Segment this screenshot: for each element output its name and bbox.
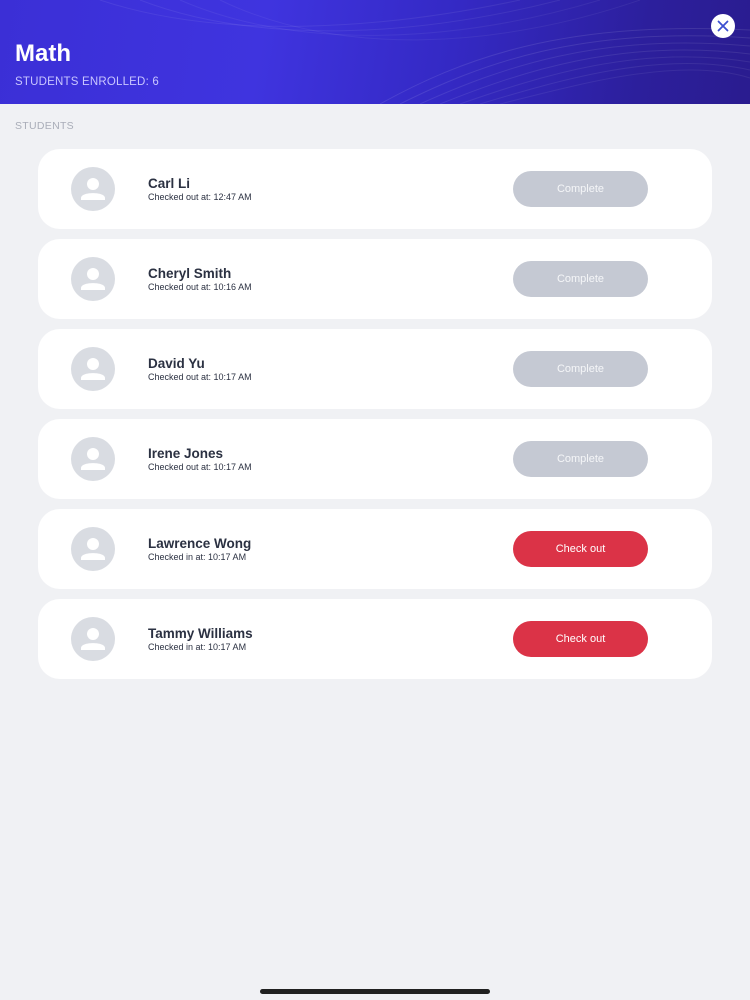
- header-banner: Math STUDENTS ENROLLED: 6: [0, 0, 750, 104]
- complete-button[interactable]: Complete: [513, 441, 648, 477]
- check-out-button[interactable]: Check out: [513, 621, 648, 657]
- avatar-icon: [71, 527, 115, 571]
- student-card[interactable]: Cheryl Smith Checked out at: 10:16 AM Comp…: [38, 239, 712, 319]
- avatar-icon: [71, 257, 115, 301]
- student-card[interactable]: Lawrence Wong Checked in at: 10:17 AM Chec…: [38, 509, 712, 589]
- student-status: Checked in at: 10:17 AM: [148, 552, 247, 562]
- header-wave-pattern: [99, 0, 750, 104]
- close-icon: [717, 20, 729, 32]
- complete-button[interactable]: Complete: [513, 351, 648, 387]
- close-button[interactable]: [711, 14, 735, 38]
- student-card[interactable]: Tammy Williams Checked in at: 10:17 AM Che…: [38, 599, 712, 679]
- check-out-button[interactable]: Check out: [513, 531, 648, 567]
- avatar-icon: [71, 617, 115, 661]
- enrolled-count: STUDENTS ENROLLED: 6: [15, 76, 159, 88]
- page-title: Math: [15, 40, 71, 67]
- section-label-students: STUDENTS: [15, 120, 74, 132]
- student-name: Tammy Williams: [148, 626, 253, 641]
- student-status: Checked out at: 10:17 AM: [148, 372, 252, 382]
- student-list: Carl Li Checked out at: 12:47 AM Complete C…: [38, 149, 712, 689]
- student-status: Checked out at: 10:17 AM: [148, 462, 252, 472]
- complete-button[interactable]: Complete: [513, 171, 648, 207]
- student-name: Carl Li: [148, 176, 191, 191]
- student-name: Irene Jones: [148, 446, 224, 461]
- student-name: David Yu: [148, 356, 205, 371]
- student-status: Checked in at: 10:17 AM: [148, 642, 247, 652]
- avatar-icon: [71, 347, 115, 391]
- student-name: Cheryl Smith: [148, 266, 232, 281]
- avatar-icon: [71, 437, 115, 481]
- student-card[interactable]: David Yu Checked out at: 10:17 AM Complete: [38, 329, 712, 409]
- avatar-icon: [71, 167, 115, 211]
- student-name: Lawrence Wong: [148, 536, 252, 551]
- home-indicator[interactable]: [260, 989, 490, 994]
- app-root: Math STUDENTS ENROLLED: 6 STUDENTS Carl …: [0, 0, 750, 1000]
- student-card[interactable]: Carl Li Checked out at: 12:47 AM Complete: [38, 149, 712, 229]
- student-status: Checked out at: 10:16 AM: [148, 282, 252, 292]
- complete-button[interactable]: Complete: [513, 261, 648, 297]
- student-card[interactable]: Irene Jones Checked out at: 10:17 AM Compl…: [38, 419, 712, 499]
- student-status: Checked out at: 12:47 AM: [148, 192, 252, 202]
